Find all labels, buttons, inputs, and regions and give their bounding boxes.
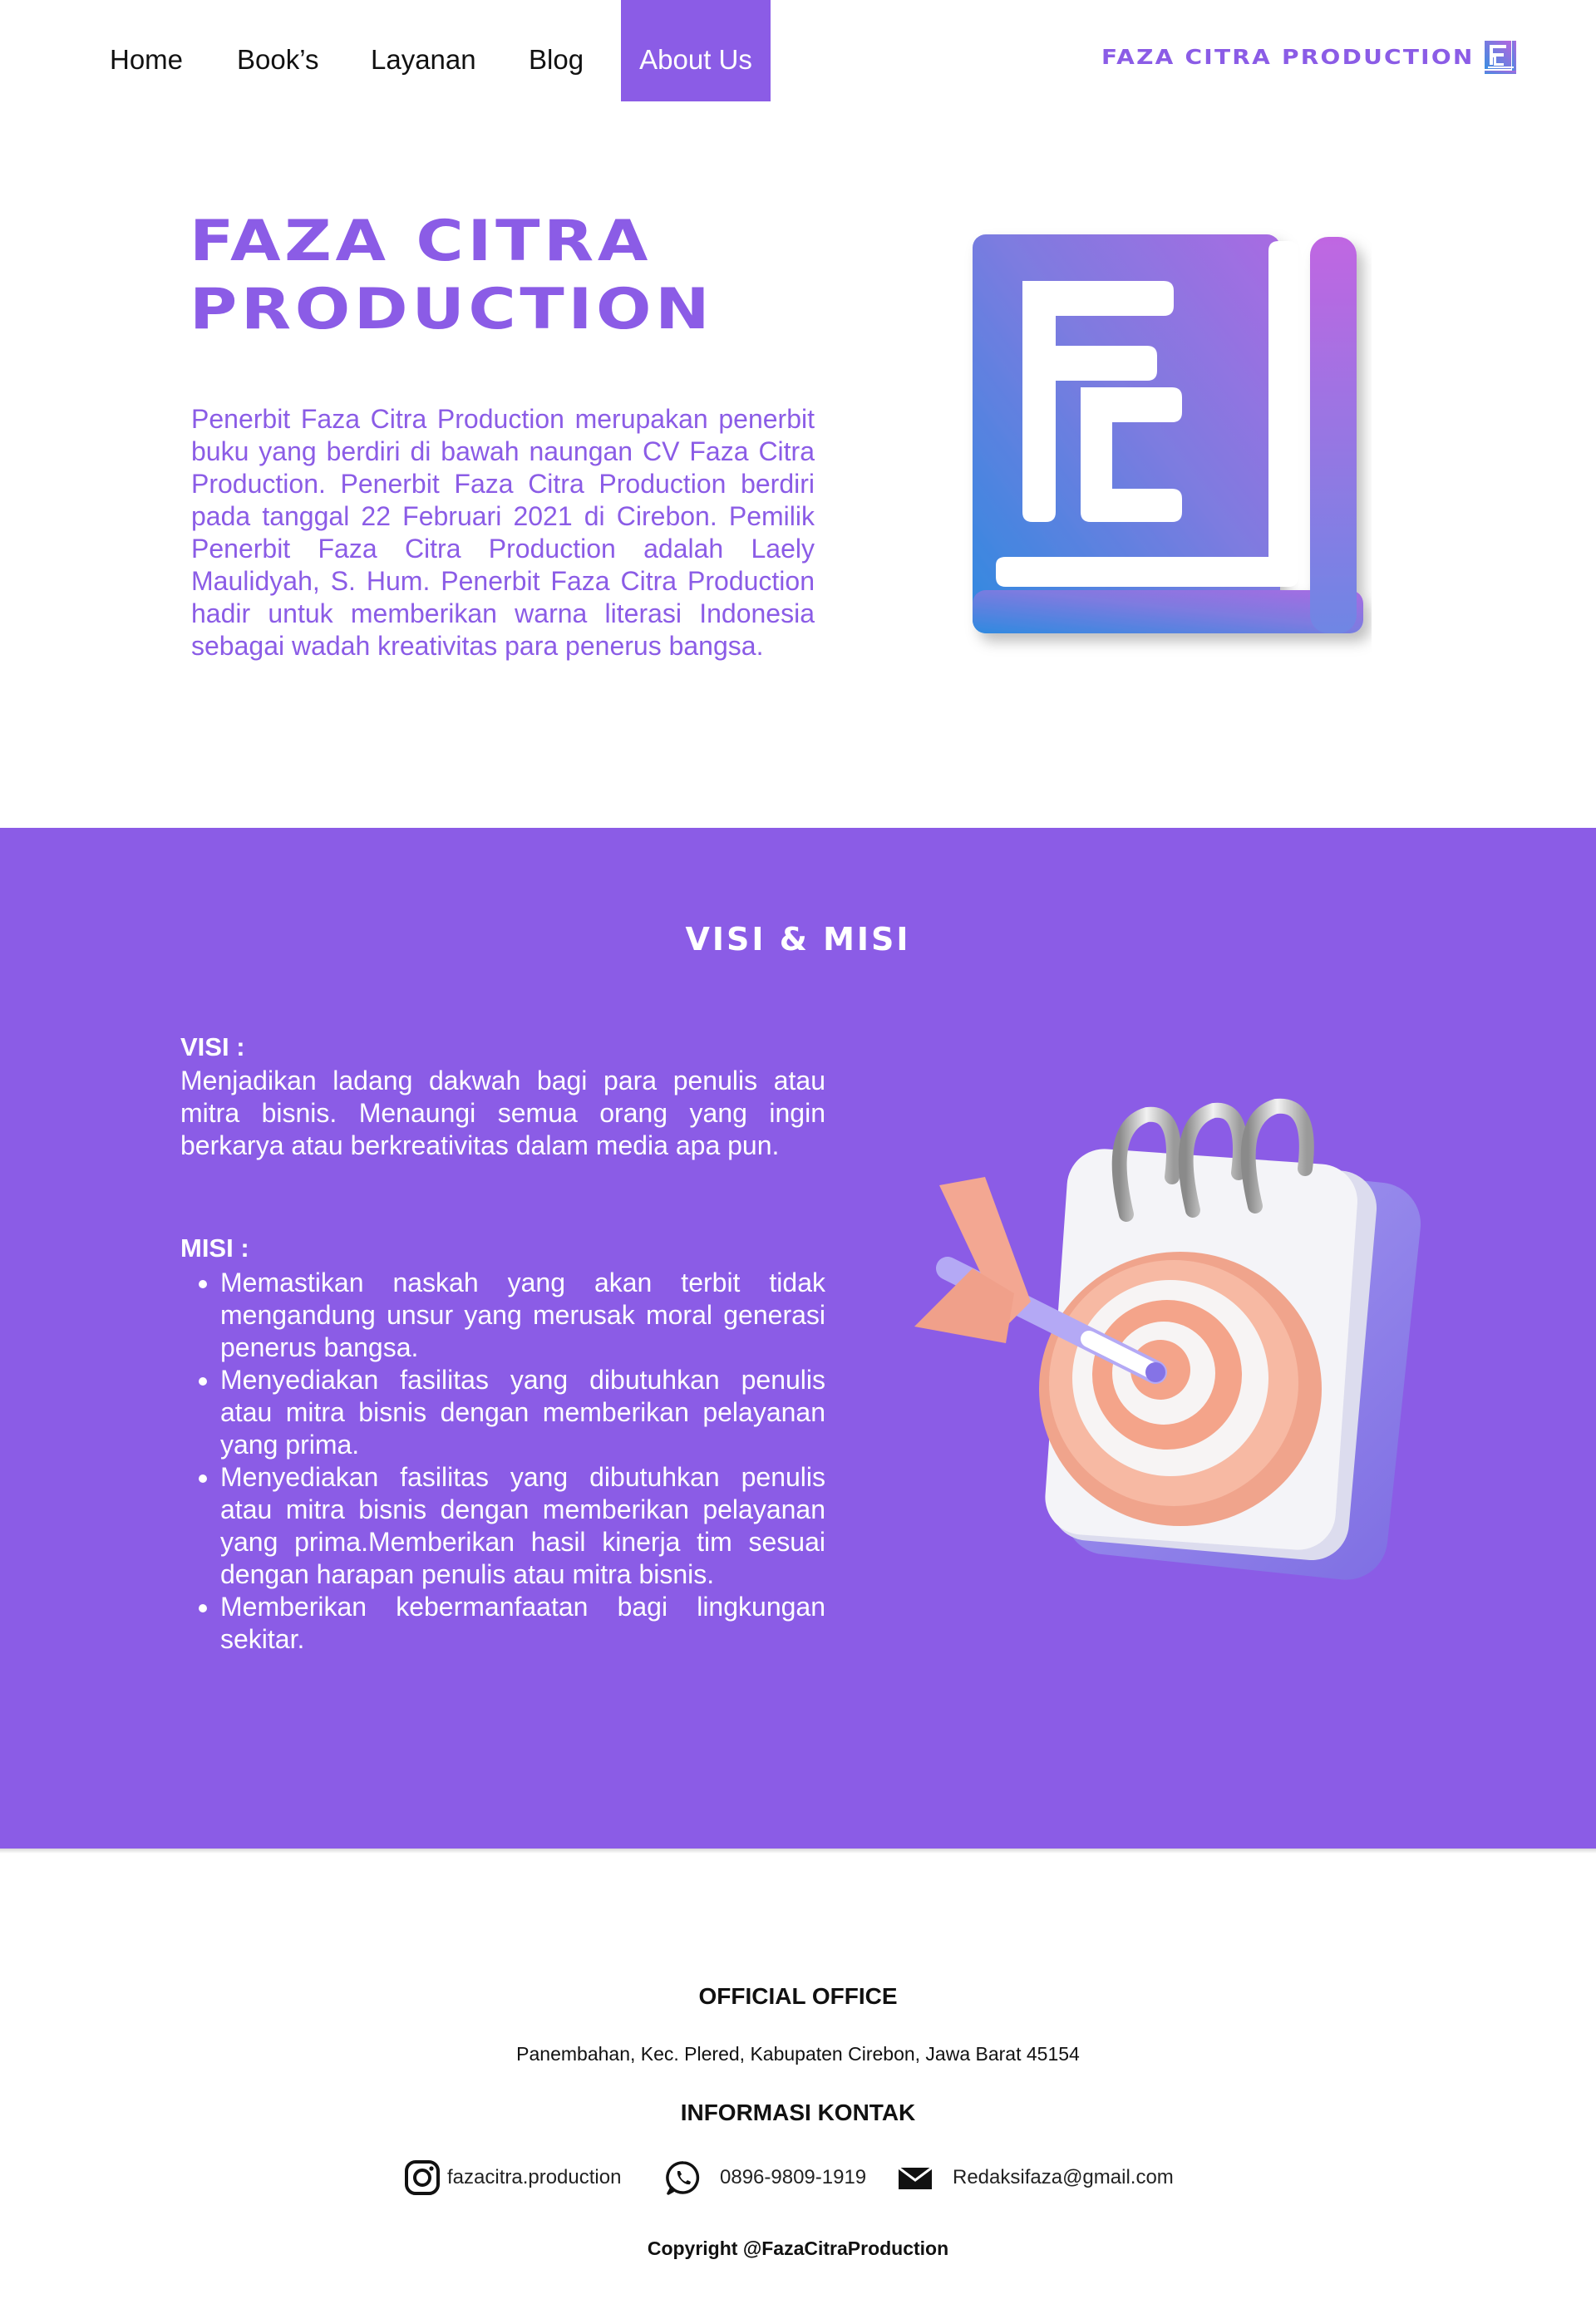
office-heading: OFFICIAL OFFICE: [698, 1983, 898, 2009]
email-icon: [898, 2166, 933, 2189]
title-line-2: PRODUCTION: [190, 277, 714, 342]
misi-label: MISI :: [180, 1233, 249, 1263]
contact-heading: INFORMASI KONTAK: [680, 2100, 916, 2125]
visi-text: Menjadikan ladang dakwah bagi para penul…: [180, 1066, 825, 1160]
nav-about-us[interactable]: About Us: [621, 0, 771, 101]
list-item: Menyediakan fasilitas yang dibutuhkan pe…: [220, 1461, 825, 1591]
office-address: Panembahan, Kec. Plered, Kabupaten Cireb…: [516, 2043, 1080, 2065]
brand-name[interactable]: FAZA CITRA PRODUCTION: [1101, 45, 1475, 69]
whatsapp-link[interactable]: 0896-9809-1919: [665, 2159, 866, 2196]
page-title: FAZA CITRA PRODUCTION: [190, 208, 916, 344]
list-item: Menyediakan fasilitas yang dibutuhkan pe…: [220, 1364, 825, 1461]
email-link[interactable]: Redaksifaza@gmail.com: [896, 2159, 1174, 2196]
target-calendar-illustration: [914, 1098, 1421, 1580]
nav-layanan[interactable]: Layanan: [371, 0, 476, 101]
instagram-handle: fazacitra.production: [447, 2166, 622, 2188]
nav-books[interactable]: Book’s: [237, 0, 318, 101]
top-navigation: Home Book’s Layanan Blog About Us FAZA C…: [0, 0, 1596, 101]
fc-logo-icon[interactable]: [1484, 40, 1517, 75]
visi-misi-section: VISI & MISI VISI : Menjadikan ladang dak…: [0, 828, 1596, 1849]
visi-label: VISI :: [180, 1032, 245, 1061]
list-item: Memberikan kebermanfaatan bagi lingkunga…: [220, 1591, 825, 1656]
instagram-link[interactable]: fazacitra.production: [404, 2159, 621, 2196]
company-description: Penerbit Faza Citra Production merupakan…: [191, 404, 815, 661]
whatsapp-icon: [666, 2161, 700, 2195]
misi-list: Memastikan naskah yang akan terbit tidak…: [180, 1267, 825, 1656]
nav-home[interactable]: Home: [110, 0, 183, 101]
title-line-1: FAZA CITRA: [190, 209, 652, 274]
instagram-icon: [405, 2160, 440, 2195]
list-item: Memastikan naskah yang akan terbit tidak…: [220, 1267, 825, 1364]
nav-blog[interactable]: Blog: [529, 0, 584, 101]
whatsapp-number: 0896-9809-1919: [720, 2166, 867, 2188]
email-address: Redaksifaza@gmail.com: [953, 2166, 1174, 2188]
copyright: Copyright @FazaCitraProduction: [647, 2238, 949, 2259]
section-title: VISI & MISI: [685, 921, 911, 958]
fc-logo-large: [973, 234, 1363, 633]
section-divider: [0, 1849, 1596, 1854]
